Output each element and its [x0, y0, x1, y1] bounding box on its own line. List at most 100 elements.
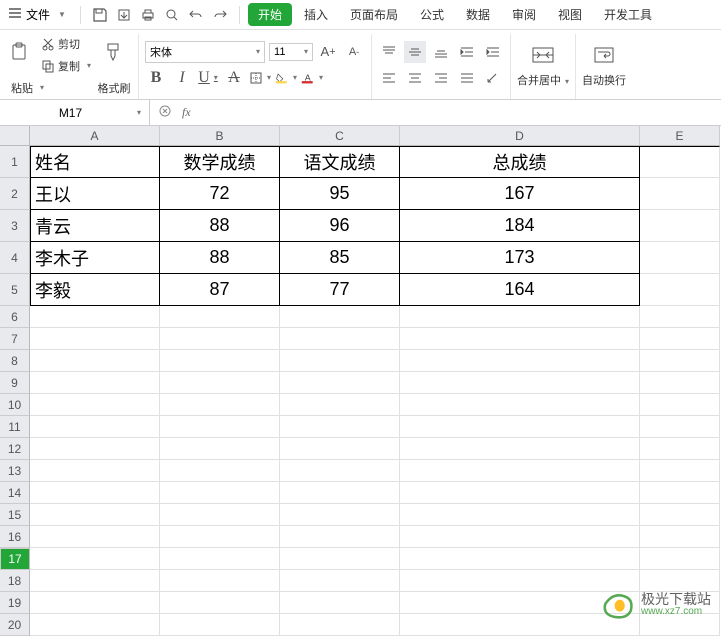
font-color-button[interactable]: A▾ — [301, 67, 323, 89]
cell[interactable] — [160, 394, 280, 416]
align-right-button[interactable] — [430, 67, 452, 89]
cell[interactable] — [280, 526, 400, 548]
cell[interactable] — [400, 460, 640, 482]
cell[interactable] — [160, 328, 280, 350]
cell[interactable] — [280, 328, 400, 350]
cell[interactable]: 数学成绩 — [160, 146, 280, 178]
cell[interactable] — [400, 328, 640, 350]
cell[interactable] — [30, 592, 160, 614]
cell[interactable] — [30, 306, 160, 328]
row-header[interactable]: 14 — [0, 482, 30, 504]
italic-button[interactable]: I — [171, 67, 193, 89]
cell[interactable] — [400, 482, 640, 504]
cell[interactable] — [280, 548, 400, 570]
cell[interactable] — [30, 416, 160, 438]
strikethrough-button[interactable]: A — [223, 67, 245, 89]
cell[interactable] — [30, 504, 160, 526]
app-menu[interactable]: 文件 ▼ — [8, 6, 66, 23]
cell[interactable] — [640, 504, 720, 526]
cut-button[interactable]: 剪切 — [38, 34, 94, 54]
cell[interactable] — [640, 526, 720, 548]
cell[interactable] — [30, 328, 160, 350]
cell[interactable]: 96 — [280, 210, 400, 242]
underline-button[interactable]: U▾ — [197, 67, 219, 89]
name-box[interactable]: M17 ▾ — [0, 100, 150, 125]
justify-button[interactable] — [456, 67, 478, 89]
auto-wrap-button[interactable]: 自动换行 — [582, 45, 626, 88]
cell[interactable] — [280, 570, 400, 592]
row-header[interactable]: 18 — [0, 570, 30, 592]
cell[interactable] — [640, 242, 720, 274]
cell[interactable] — [280, 592, 400, 614]
column-header[interactable]: B — [160, 126, 280, 146]
tab-start[interactable]: 开始 — [248, 3, 292, 26]
format-painter-button[interactable] — [102, 41, 124, 68]
print-button[interactable] — [137, 4, 159, 26]
row-header[interactable]: 1 — [0, 146, 30, 178]
cell[interactable] — [640, 548, 720, 570]
cancel-icon[interactable] — [158, 104, 172, 121]
increase-indent-button[interactable] — [482, 41, 504, 63]
bold-button[interactable]: B — [145, 67, 167, 89]
cell[interactable]: 李毅 — [30, 274, 160, 306]
cell[interactable]: 167 — [400, 178, 640, 210]
cell[interactable]: 88 — [160, 242, 280, 274]
cell[interactable] — [30, 372, 160, 394]
align-left-button[interactable] — [378, 67, 400, 89]
cell[interactable] — [640, 306, 720, 328]
cell[interactable] — [30, 570, 160, 592]
cell[interactable] — [160, 350, 280, 372]
cell[interactable] — [160, 526, 280, 548]
row-header[interactable]: 8 — [0, 350, 30, 372]
tab-formulas[interactable]: 公式 — [410, 2, 454, 27]
cell[interactable] — [30, 350, 160, 372]
cell[interactable]: 王以 — [30, 178, 160, 210]
cell[interactable] — [400, 526, 640, 548]
cell[interactable] — [30, 526, 160, 548]
save-button[interactable] — [89, 4, 111, 26]
cell[interactable] — [400, 306, 640, 328]
cell[interactable] — [160, 504, 280, 526]
cell[interactable] — [280, 482, 400, 504]
row-header[interactable]: 11 — [0, 416, 30, 438]
paste-button[interactable] — [8, 41, 30, 68]
fx-icon[interactable]: fx — [182, 105, 191, 120]
cell[interactable] — [640, 328, 720, 350]
cell[interactable]: 88 — [160, 210, 280, 242]
cell[interactable] — [160, 372, 280, 394]
cell[interactable] — [640, 394, 720, 416]
row-header[interactable]: 13 — [0, 460, 30, 482]
borders-button[interactable]: ▾ — [249, 67, 271, 89]
row-header[interactable]: 17 — [0, 548, 30, 570]
cell[interactable]: 173 — [400, 242, 640, 274]
row-header[interactable]: 16 — [0, 526, 30, 548]
cell[interactable] — [640, 178, 720, 210]
select-all-corner[interactable] — [0, 126, 30, 146]
row-header[interactable]: 6 — [0, 306, 30, 328]
fill-color-button[interactable]: ▾ — [275, 67, 297, 89]
tab-review[interactable]: 审阅 — [502, 2, 546, 27]
cell[interactable] — [640, 210, 720, 242]
cell[interactable] — [280, 460, 400, 482]
undo-button[interactable] — [185, 4, 207, 26]
row-header[interactable]: 10 — [0, 394, 30, 416]
cell[interactable] — [640, 372, 720, 394]
column-header[interactable]: D — [400, 126, 640, 146]
row-header[interactable]: 3 — [0, 210, 30, 242]
cell[interactable] — [280, 350, 400, 372]
cell[interactable] — [30, 394, 160, 416]
align-middle-button[interactable] — [404, 41, 426, 63]
cell[interactable] — [640, 416, 720, 438]
row-header[interactable]: 15 — [0, 504, 30, 526]
cell[interactable] — [30, 614, 160, 636]
cell[interactable] — [30, 482, 160, 504]
column-header[interactable]: E — [640, 126, 720, 146]
cell[interactable] — [640, 482, 720, 504]
cell[interactable] — [160, 592, 280, 614]
cell[interactable]: 姓名 — [30, 146, 160, 178]
cell[interactable]: 总成绩 — [400, 146, 640, 178]
cell[interactable] — [640, 438, 720, 460]
preview-button[interactable] — [161, 4, 183, 26]
cell[interactable] — [160, 416, 280, 438]
align-bottom-button[interactable] — [430, 41, 452, 63]
